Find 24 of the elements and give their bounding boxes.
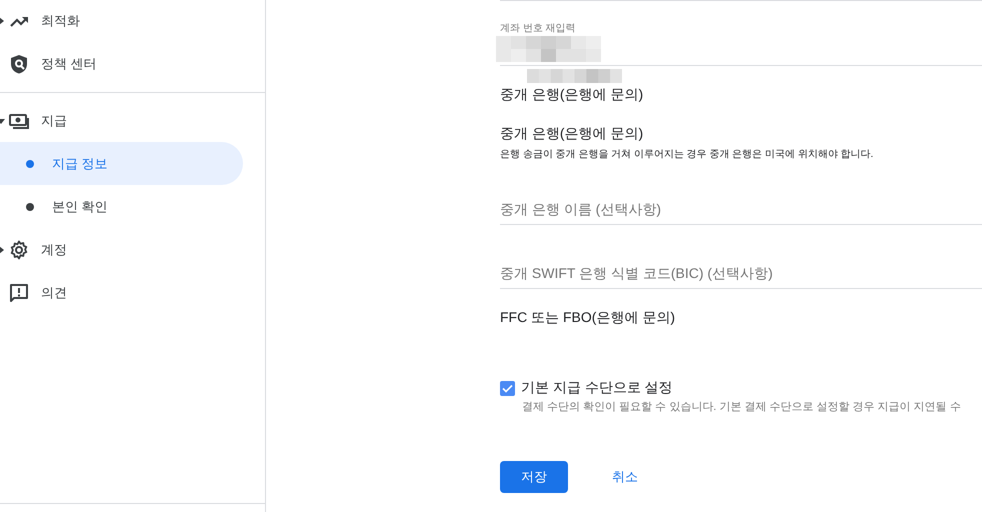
text-field[interactable]: 중개 은행 이름 (선택사항) (500, 169, 982, 225)
helper-text: 결제 수단의 확인이 필요할 수 있습니다. 기본 결제 수단으로 설정할 경우 지급이 지연될 수 (522, 400, 962, 414)
gear-icon (9, 240, 29, 260)
feedback-icon (9, 282, 29, 302)
text-field[interactable]: 중개 SWIFT 은행 식별 코드(BIC) (선택사항) (500, 233, 982, 289)
nav-item[interactable]: 최적화 (41, 12, 80, 30)
cancel-button[interactable]: 취소 (606, 464, 644, 490)
checkbox[interactable] (500, 380, 515, 396)
bullet-icon (26, 160, 34, 168)
helper-text: 은행 송금이 중개 은행을 거쳐 이루어지는 경우 중개 은행은 미국에 위치해야 합니다. (500, 148, 874, 161)
nav-item[interactable]: 지급 (41, 112, 67, 130)
shield-search-icon (9, 54, 29, 74)
save-button[interactable]: 저장 (500, 461, 568, 493)
section-heading: 중개 은행(은행에 문의) (500, 86, 644, 104)
checkbox-label: 기본 지급 수단으로 설정 (521, 379, 673, 397)
section-heading: FFC 또는 FBO(은행에 문의) (500, 309, 676, 327)
section-heading: 중개 은행(은행에 문의) (500, 125, 644, 143)
bullet-icon (26, 202, 34, 210)
nav-item[interactable]: 계정 (41, 240, 67, 258)
field-label: 계좌 번호 재입력 (500, 22, 576, 35)
nav-subitem[interactable]: 지급 정보 (0, 142, 243, 185)
nav-subitem[interactable]: 본인 확인 (0, 185, 243, 228)
nav-item[interactable]: 의견 (41, 284, 67, 302)
nav-item[interactable]: 정책 센터 (41, 54, 97, 72)
